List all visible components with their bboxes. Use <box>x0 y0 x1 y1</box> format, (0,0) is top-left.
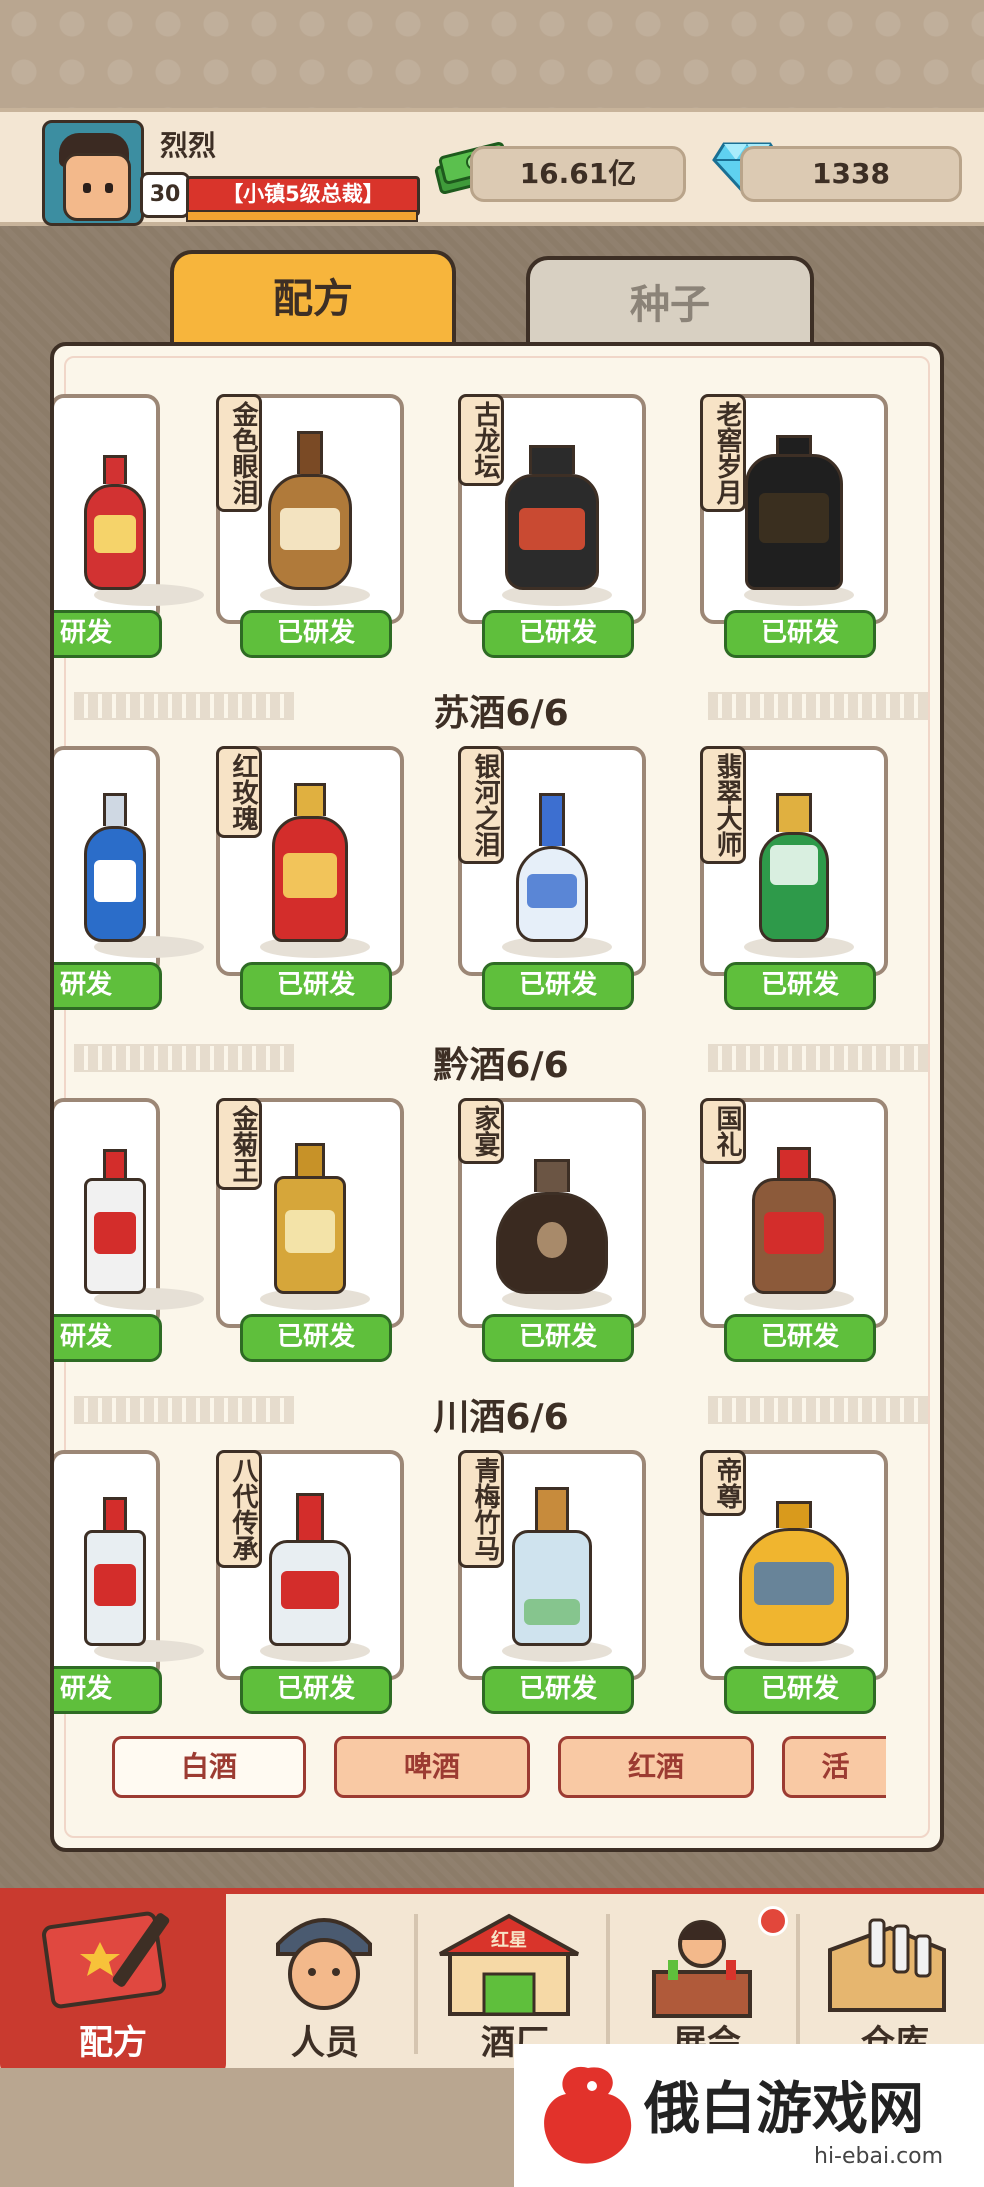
top-background <box>0 0 984 110</box>
category-wine[interactable]: 红酒 <box>558 1736 754 1798</box>
nav-label: 人员 <box>291 2023 359 2063</box>
player-name: 烈烈 <box>160 129 217 162</box>
recipe-card[interactable]: 金菊王 已研发 <box>216 1098 404 1362</box>
factory-sign: 红星 <box>491 1929 527 1951</box>
recipe-row: 研发 红玫瑰 已研发 银河之泪 已研发 翡翠大师 已研发 <box>54 746 940 1016</box>
watermark-url: hi-ebai.com <box>814 2144 944 2169</box>
notification-dot <box>758 1906 788 1936</box>
recipe-card[interactable]: 银河之泪 已研发 <box>458 746 646 1010</box>
recipe-row: 研发 八代传承 已研发 青梅竹马 已研发 帝尊 已研发 <box>54 1450 940 1720</box>
recipe-name-tag: 国礼 <box>700 1098 746 1164</box>
section-title: 川酒6/6 <box>54 1388 940 1440</box>
recipe-row: 研发 金菊王 已研发 家宴 已研发 国礼 已研发 <box>54 1098 940 1368</box>
developed-button[interactable]: 已研发 <box>724 1314 876 1362</box>
nav-staff[interactable]: 人员 <box>230 1894 420 2074</box>
category-activity[interactable]: 活 <box>782 1736 886 1798</box>
developed-button[interactable]: 已研发 <box>240 610 392 658</box>
category-beer[interactable]: 啤酒 <box>334 1736 530 1798</box>
recipe-name-tag: 银河之泪 <box>458 746 504 864</box>
recipe-card[interactable]: 研发 <box>54 1098 204 1362</box>
developed-button[interactable]: 已研发 <box>482 1314 634 1362</box>
nav-label: 配方 <box>79 2023 147 2063</box>
notebook-icon <box>42 1911 170 2009</box>
recipe-name-tag: 老窖岁月 <box>700 394 746 512</box>
developed-button[interactable]: 已研发 <box>240 1314 392 1362</box>
recipe-card[interactable]: 研发 <box>54 746 204 1010</box>
developed-button[interactable]: 研发 <box>54 1314 162 1362</box>
recipe-name-tag: 翡翠大师 <box>700 746 746 864</box>
recipe-name-tag: 金色眼泪 <box>216 394 262 512</box>
recipe-row: 研发 金色眼泪 已研发 古龙坛 已研发 老窖岁月 已研发 <box>54 394 940 664</box>
developed-button[interactable]: 已研发 <box>482 610 634 658</box>
recipe-card[interactable]: 金色眼泪 已研发 <box>216 394 404 658</box>
developed-button[interactable]: 已研发 <box>482 1666 634 1714</box>
site-watermark: 俄白游戏网 hi-ebai.com <box>514 2044 984 2187</box>
recipe-card[interactable]: 古龙坛 已研发 <box>458 394 646 658</box>
warehouse-icon <box>828 1918 946 2012</box>
category-baijiu[interactable]: 白酒 <box>112 1736 306 1798</box>
section-title: 苏酒6/6 <box>54 684 940 736</box>
factory-icon: 红星 <box>439 1913 579 2016</box>
developed-button[interactable]: 已研发 <box>724 610 876 658</box>
recipe-card[interactable]: 老窖岁月 已研发 <box>700 394 888 658</box>
developed-button[interactable]: 研发 <box>54 1666 162 1714</box>
fair-icon <box>652 1920 752 2018</box>
recipe-name-tag: 八代传承 <box>216 1450 262 1568</box>
recipe-card[interactable]: 家宴 已研发 <box>458 1098 646 1362</box>
rooster-logo-icon <box>544 2066 632 2164</box>
section-title: 黔酒6/6 <box>54 1036 940 1088</box>
developed-button[interactable]: 已研发 <box>240 962 392 1010</box>
recipe-card[interactable]: 研发 <box>54 1450 204 1714</box>
developed-button[interactable]: 研发 <box>54 610 162 658</box>
player-header: 烈烈 30 【小镇5级总裁】 16.61亿 1338 <box>0 108 984 226</box>
recipe-card[interactable]: 帝尊 已研发 <box>700 1450 888 1714</box>
recipe-name-tag: 青梅竹马 <box>458 1450 504 1568</box>
player-avatar[interactable] <box>42 120 144 226</box>
recipe-name-tag: 家宴 <box>458 1098 504 1164</box>
recipe-name-tag: 红玫瑰 <box>216 746 262 838</box>
nav-recipe[interactable]: 配方 <box>0 1894 226 2074</box>
recipe-card[interactable]: 红玫瑰 已研发 <box>216 746 404 1010</box>
gem-counter: 1338 <box>740 146 962 202</box>
watermark-text: 俄白游戏网 <box>644 2077 924 2142</box>
recipe-card[interactable]: 国礼 已研发 <box>700 1098 888 1362</box>
money-counter: 16.61亿 <box>470 146 686 202</box>
recipe-card[interactable]: 翡翠大师 已研发 <box>700 746 888 1010</box>
recipe-card[interactable]: 研发 <box>54 394 204 658</box>
developed-button[interactable]: 已研发 <box>482 962 634 1010</box>
developed-button[interactable]: 已研发 <box>724 1666 876 1714</box>
player-level-badge: 30 <box>140 172 190 218</box>
developed-button[interactable]: 已研发 <box>240 1666 392 1714</box>
developed-button[interactable]: 研发 <box>54 962 162 1010</box>
recipe-panel: 研发 金色眼泪 已研发 古龙坛 已研发 老窖岁月 已研发 苏酒6/6 研发 红玫… <box>50 342 944 1852</box>
recipe-name-tag: 古龙坛 <box>458 394 504 486</box>
recipe-name-tag: 金菊王 <box>216 1098 262 1190</box>
exp-bar <box>186 210 418 222</box>
recipe-card[interactable]: 八代传承 已研发 <box>216 1450 404 1714</box>
tab-recipe[interactable]: 配方 <box>170 250 456 350</box>
worker-icon <box>276 1918 372 2010</box>
developed-button[interactable]: 已研发 <box>724 962 876 1010</box>
recipe-card[interactable]: 青梅竹马 已研发 <box>458 1450 646 1714</box>
recipe-name-tag: 帝尊 <box>700 1450 746 1516</box>
tab-seed[interactable]: 种子 <box>526 256 814 350</box>
